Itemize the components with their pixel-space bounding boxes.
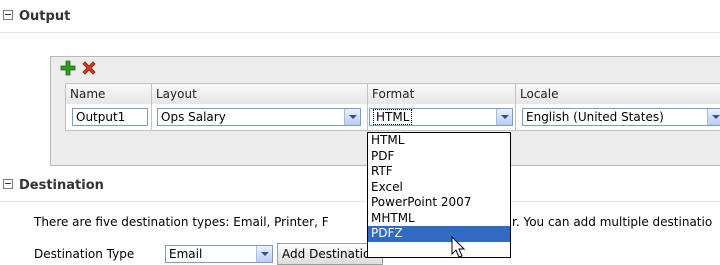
destination-type-label: Destination Type [34,247,135,261]
table-row: Output1 Ops Salary HTML English (United … [65,104,720,131]
output-section-title: Output [19,9,71,24]
chevron-down-icon[interactable] [707,109,720,125]
output-divider [0,32,720,33]
locale-select[interactable]: English (United States) [522,108,720,126]
name-input[interactable]: Output1 [72,108,148,126]
format-value: HTML [373,109,413,125]
destination-description-tail: r. You can add multiple destinatio [512,215,713,229]
chevron-down-icon[interactable] [256,246,272,262]
dropdown-option-highlighted[interactable]: PDFZ [368,226,510,242]
format-select[interactable]: HTML [369,108,513,126]
table-header-row: Name Layout Format Locale [65,83,720,105]
locale-cell: English (United States) [515,104,720,130]
destination-section-title: Destination [19,178,104,193]
name-cell: Output1 [65,104,151,130]
column-header-locale[interactable]: Locale [515,84,720,104]
dropdown-option[interactable]: PDF [368,149,510,165]
column-header-name[interactable]: Name [65,84,151,104]
format-dropdown-list[interactable]: HTML PDF RTF Excel PowerPoint 2007 MHTML… [367,132,511,258]
locale-value: English (United States) [526,110,664,124]
dropdown-option[interactable]: RTF [368,164,510,180]
destination-description: There are five destination types: Email,… [34,215,329,229]
dropdown-option[interactable]: Excel [368,180,510,196]
destination-section-header[interactable]: Destination [3,178,104,193]
destination-divider [0,201,720,202]
destination-type-value: Email [169,247,203,261]
layout-select[interactable]: Ops Salary [157,108,361,126]
collapse-icon[interactable] [3,9,13,20]
chevron-down-icon[interactable] [344,109,360,125]
column-header-layout[interactable]: Layout [151,84,367,104]
output-section-header[interactable]: Output [3,9,70,24]
pointer-cursor-icon [451,235,467,263]
destination-type-select[interactable]: Email [165,245,273,263]
dropdown-option[interactable]: MHTML [368,211,510,227]
layout-value: Ops Salary [161,110,226,124]
dropdown-option[interactable]: PowerPoint 2007 [368,195,510,211]
add-icon[interactable] [60,60,76,79]
chevron-down-icon[interactable] [496,109,512,125]
format-cell: HTML [367,104,515,130]
delete-icon[interactable] [81,60,97,79]
column-header-format[interactable]: Format [367,84,515,104]
collapse-icon[interactable] [3,178,13,189]
layout-cell: Ops Salary [151,104,367,130]
dropdown-option[interactable]: HTML [368,133,510,149]
